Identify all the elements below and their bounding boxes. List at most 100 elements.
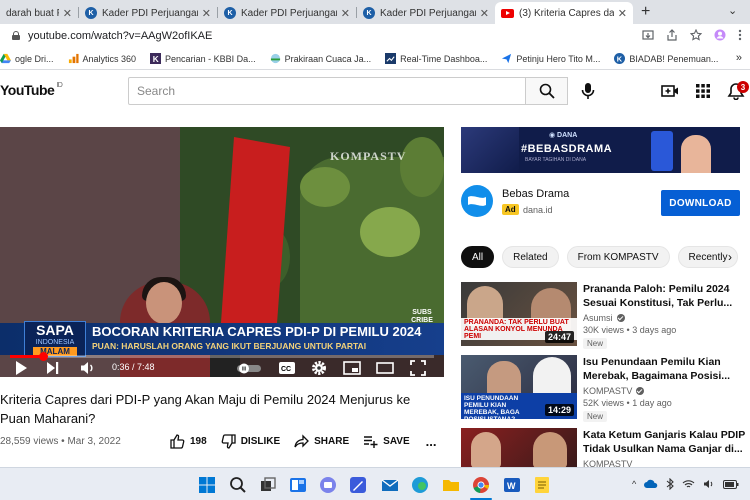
autoplay-toggle-icon[interactable] — [236, 359, 262, 377]
edge-browser-icon[interactable] — [411, 476, 429, 494]
dislike-button[interactable]: DISLIKE — [221, 434, 280, 449]
tab-close-icon[interactable]: ✕ — [63, 7, 72, 20]
bookmark-petinju[interactable]: Petinju Hero Tito M... — [501, 53, 600, 64]
new-badge: New — [583, 411, 608, 422]
bookmarks-more-button[interactable]: » — [736, 52, 742, 64]
recommended-title[interactable]: Prananda Paloh: Pemilu 2024 Sesuai Konst… — [583, 282, 748, 310]
recommended-video[interactable]: ISU PENUNDAAN PEMILU KIAN MEREBAK, BAGA … — [461, 355, 750, 422]
svg-text:W: W — [507, 481, 516, 491]
progress-fill — [10, 355, 43, 358]
windows-start-icon[interactable] — [198, 476, 216, 494]
settings-gear-icon[interactable] — [311, 359, 327, 377]
chip-all[interactable]: All — [461, 246, 495, 268]
theater-mode-icon[interactable] — [376, 359, 394, 377]
play-icon[interactable] — [14, 359, 28, 377]
captions-icon[interactable]: CC — [278, 359, 296, 377]
bookmark-kbbi[interactable]: K Pencarian - KBBI Da... — [150, 53, 256, 64]
notes-icon[interactable] — [533, 476, 551, 494]
recommended-title[interactable]: Isu Penundaan Pemilu Kian Merebak, Bagai… — [583, 355, 748, 383]
recommended-channel[interactable]: KOMPASTV — [583, 459, 632, 467]
install-app-icon[interactable] — [642, 29, 654, 41]
fullscreen-icon[interactable] — [410, 359, 426, 377]
battery-icon[interactable] — [723, 479, 739, 489]
bookmark-dashboard[interactable]: Real-Time Dashboa... — [385, 53, 487, 64]
browser-tab-active[interactable]: (3) Kriteria Capres dari PD ✕ — [495, 2, 633, 24]
chip-related[interactable]: Related — [502, 246, 559, 268]
bookmark-label: BIADAB! Penemuan... — [629, 53, 719, 64]
bookmark-biadab[interactable]: K BIADAB! Penemuan... — [614, 53, 718, 64]
task-view-icon[interactable] — [259, 476, 277, 494]
ad-banner-small-text: BAYAR TAGIHAN DI DANA — [525, 157, 587, 163]
recommended-video[interactable]: Kata Ketum Ganjaris Kalau PDIP Tidak Usu… — [461, 428, 750, 467]
create-video-icon[interactable] — [661, 82, 679, 100]
ad-info-row[interactable]: Bebas Drama Ad dana.id DOWNLOAD — [461, 185, 741, 225]
tab-close-icon[interactable]: ✕ — [202, 7, 211, 20]
bluetooth-icon[interactable] — [666, 478, 675, 490]
kbbi-icon: K — [150, 53, 162, 64]
bookmark-analytics[interactable]: Analytics 360 — [68, 53, 136, 64]
url-text[interactable]: youtube.com/watch?v=AAgW2ofIKAE — [28, 30, 212, 42]
video-player[interactable]: KOMPASTV SAPA INDONESIA MALAM BOCORAN KR… — [0, 127, 444, 377]
miniplayer-icon[interactable] — [343, 359, 361, 377]
subscribe-overlay: SUBS CRIBE — [411, 309, 433, 324]
share-icon[interactable] — [666, 29, 678, 41]
tab-search-chevron-icon[interactable]: ⌄ — [728, 4, 737, 17]
like-button[interactable]: 198 — [170, 434, 207, 449]
bookmark-cuaca[interactable]: Prakiraan Cuaca Ja... — [270, 53, 371, 64]
ad-banner-brand: ◉ DANA — [549, 132, 578, 139]
video-progress-bar[interactable] — [10, 352, 434, 361]
recommended-channel[interactable]: KOMPASTV — [583, 386, 645, 396]
tab-close-icon[interactable]: ✕ — [480, 7, 489, 20]
microphone-icon[interactable] — [580, 82, 596, 100]
save-button[interactable]: SAVE — [363, 434, 410, 449]
mail-icon[interactable] — [381, 476, 399, 494]
ad-banner-image[interactable]: ◉ DANA #BEBASDRAMA BAYAR TAGIHAN DI DANA — [461, 127, 740, 173]
profile-avatar-icon[interactable] — [714, 29, 726, 41]
recommended-title[interactable]: Kata Ketum Ganjaris Kalau PDIP Tidak Usu… — [583, 428, 748, 456]
browser-menu-icon[interactable] — [738, 29, 742, 41]
onedrive-icon[interactable] — [644, 479, 658, 489]
search-input[interactable]: Search — [128, 77, 526, 105]
ad-download-button[interactable]: DOWNLOAD — [661, 190, 740, 216]
browser-tab-4[interactable]: K Kader PDI Perjuangan Sun ✕ — [357, 2, 495, 24]
dana-logo-icon — [461, 185, 493, 217]
tab-close-icon[interactable]: ✕ — [618, 7, 627, 20]
bookmark-google-drive[interactable]: ogle Dri... — [0, 53, 54, 64]
chip-from-kompastv[interactable]: From KOMPASTV — [566, 246, 670, 268]
recommended-video[interactable]: PRANANDA: TAK PERLU BUAT ALASAN KONYOL M… — [461, 282, 750, 349]
new-badge: New — [583, 338, 608, 349]
apps-grid-icon[interactable] — [694, 82, 712, 100]
wifi-icon[interactable] — [682, 479, 695, 489]
widgets-icon[interactable] — [289, 476, 307, 494]
channel-name: KOMPASTV — [583, 386, 633, 396]
bookmark-star-icon[interactable] — [690, 29, 702, 41]
browser-tab-2[interactable]: K Kader PDI Perjuangan Sun ✕ — [79, 2, 217, 24]
tray-overflow-chevron-icon[interactable]: ^ — [632, 479, 636, 489]
youtube-logo[interactable]: YouTube ID — [0, 82, 63, 98]
chrome-browser-icon[interactable] — [472, 476, 490, 494]
video-thumbnail[interactable] — [461, 428, 577, 467]
recommended-channel[interactable]: Asumsi — [583, 313, 625, 323]
ad-title: Bebas Drama — [502, 188, 570, 200]
file-explorer-icon[interactable] — [442, 476, 460, 494]
browser-tab-3[interactable]: K Kader PDI Perjuangan Sun ✕ — [218, 2, 356, 24]
taskbar-search-icon[interactable] — [229, 476, 247, 494]
volume-tray-icon[interactable] — [703, 479, 715, 489]
search-button[interactable] — [526, 77, 568, 105]
next-video-icon[interactable] — [46, 359, 60, 377]
related-filter-chips: All Related From KOMPASTV Recently — [461, 246, 750, 270]
tab-close-icon[interactable]: ✕ — [341, 7, 350, 20]
browser-tab-1[interactable]: darah buat Part ✕ — [0, 2, 78, 24]
share-button[interactable]: SHARE — [294, 434, 349, 449]
address-bar[interactable]: youtube.com/watch?v=AAgW2ofIKAE — [0, 24, 750, 48]
lock-icon[interactable] — [12, 31, 20, 40]
word-icon[interactable]: W — [503, 476, 521, 494]
app-pen-icon[interactable] — [349, 476, 367, 494]
volume-icon[interactable] — [80, 359, 96, 377]
video-thumbnail[interactable]: ISU PENUNDAAN PEMILU KIAN MEREBAK, BAGA … — [461, 355, 577, 419]
more-actions-button[interactable]: ... — [426, 434, 437, 449]
new-tab-button[interactable]: + — [641, 3, 650, 21]
teams-chat-icon[interactable] — [319, 476, 337, 494]
chips-next-chevron-icon[interactable]: › — [728, 250, 732, 264]
video-thumbnail[interactable]: PRANANDA: TAK PERLU BUAT ALASAN KONYOL M… — [461, 282, 577, 346]
